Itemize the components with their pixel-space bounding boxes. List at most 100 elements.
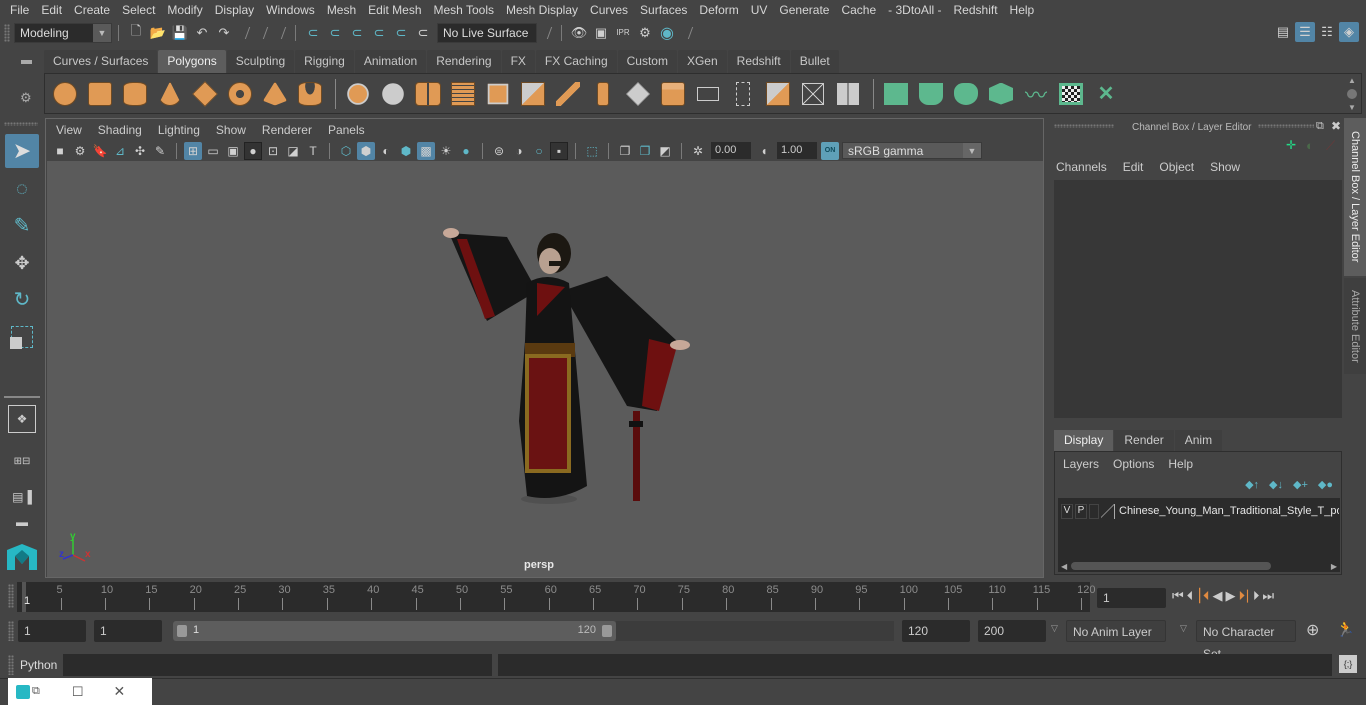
menu-help[interactable]: Help: [1004, 0, 1041, 20]
side-tab-channel-box[interactable]: Channel Box / Layer Editor: [1344, 118, 1366, 276]
play-back-icon[interactable]: ◀: [1212, 588, 1222, 604]
lasso-tool-icon[interactable]: ◌: [5, 172, 39, 206]
extract-icon[interactable]: [482, 78, 514, 110]
command-grip[interactable]: [8, 655, 14, 675]
collapse-arrow[interactable]: [258, 25, 266, 41]
anim-layer-dropdown[interactable]: No Anim Layer: [1066, 620, 1166, 642]
select-tool-icon[interactable]: ➤: [5, 134, 39, 168]
step-forward-key-icon[interactable]: ⏵: [1253, 588, 1260, 604]
ambient-occlusion-icon[interactable]: ⊜: [490, 142, 508, 160]
vp-menu-lighting[interactable]: Lighting: [150, 123, 208, 137]
cylindrical-uv-icon[interactable]: [915, 78, 947, 110]
menu-redshift[interactable]: Redshift: [948, 0, 1004, 20]
tab-rigging[interactable]: Rigging: [295, 50, 354, 73]
outliner-layout-icon[interactable]: ▤▐: [5, 480, 39, 514]
vp-menu-view[interactable]: View: [48, 123, 90, 137]
hypershade-icon[interactable]: ◉: [657, 23, 677, 43]
save-scene-icon[interactable]: 💾: [170, 23, 190, 43]
planar-uv-icon[interactable]: [880, 78, 912, 110]
cb-menu-object[interactable]: Object: [1159, 160, 1194, 174]
snap-curve-icon[interactable]: ⊂: [325, 23, 345, 43]
camera-view-icon[interactable]: ◩: [656, 142, 674, 160]
new-layer-selected-icon[interactable]: ◆●: [1318, 478, 1333, 491]
cb-menu-edit[interactable]: Edit: [1123, 160, 1144, 174]
collapse-arrow[interactable]: [683, 25, 691, 41]
single-view-layout-icon[interactable]: ❖: [8, 405, 36, 433]
menu-create[interactable]: Create: [68, 0, 116, 20]
bridge-icon[interactable]: [552, 78, 584, 110]
command-language-toggle[interactable]: Python: [20, 658, 57, 672]
speed-icon[interactable]: ◐: [1306, 138, 1314, 153]
merge-icon[interactable]: [692, 78, 724, 110]
go-to-end-icon[interactable]: ⏭: [1262, 588, 1274, 604]
current-frame-field[interactable]: 1: [1097, 588, 1166, 608]
grid-icon[interactable]: ⊞: [184, 141, 202, 160]
target-weld-icon[interactable]: [797, 78, 829, 110]
ipr-render-icon[interactable]: IPR: [613, 23, 633, 43]
playback-start-field[interactable]: 1: [94, 620, 162, 642]
color-management-toggle[interactable]: ON: [821, 141, 839, 160]
layer-name[interactable]: Chinese_Young_Man_Traditional_Style_T_po…: [1119, 505, 1339, 517]
render-frame-icon[interactable]: ▣: [591, 23, 611, 43]
uv-editor-icon[interactable]: [1055, 78, 1087, 110]
new-scene-icon[interactable]: 🗋: [126, 23, 146, 43]
automatic-uv-icon[interactable]: [985, 78, 1017, 110]
viewport-canvas[interactable]: y x z persp: [47, 161, 1043, 577]
menu-set-dropdown[interactable]: Modeling ▼: [14, 22, 112, 43]
layer-type-toggle[interactable]: [1089, 503, 1099, 519]
menu-curves[interactable]: Curves: [584, 0, 634, 20]
snap-surface-icon[interactable]: ⊂: [391, 23, 411, 43]
tab-display[interactable]: Display: [1054, 430, 1114, 451]
poly-torus-icon[interactable]: [224, 78, 256, 110]
poly-cube-icon[interactable]: [84, 78, 116, 110]
tab-render[interactable]: Render: [1114, 430, 1174, 451]
time-slider-track[interactable]: 1 5 10 15 20 25 30 35 40 45 50 55 60 65 70 75 80 85 90 95 1…: [17, 582, 1095, 612]
safe-action-icon[interactable]: ◪: [284, 142, 302, 160]
attribute-editor-toggle-icon[interactable]: ☷: [1317, 22, 1337, 42]
layer-hscrollbar[interactable]: ◀ ▶: [1058, 560, 1340, 572]
play-forward-icon[interactable]: ▶: [1225, 588, 1235, 604]
wireframe-icon[interactable]: ⬡: [337, 142, 355, 160]
drag-grip[interactable]: [4, 23, 10, 42]
menu-edit-mesh[interactable]: Edit Mesh: [362, 0, 427, 20]
maya-logo-icon[interactable]: [5, 542, 39, 572]
isolate-select-icon[interactable]: ⬚: [583, 142, 601, 160]
xray-active-icon[interactable]: ❐: [636, 142, 654, 160]
redo-icon[interactable]: ↷: [214, 23, 234, 43]
shadows-icon[interactable]: ●: [457, 142, 475, 160]
tab-rendering[interactable]: Rendering: [427, 50, 501, 73]
poly-pipe-icon[interactable]: [294, 78, 326, 110]
vp-menu-shading[interactable]: Shading: [90, 123, 150, 137]
snap-point-icon[interactable]: ⊂: [347, 23, 367, 43]
four-view-layout-icon[interactable]: ⊞⊟: [5, 444, 39, 478]
menu-generate[interactable]: Generate: [773, 0, 835, 20]
range-end-handle[interactable]: [602, 625, 612, 637]
snap-grid-icon[interactable]: ⊂: [303, 23, 323, 43]
exposure-icon[interactable]: ✲: [689, 142, 707, 160]
end-time-field[interactable]: 200: [978, 620, 1046, 642]
menu-surfaces[interactable]: Surfaces: [634, 0, 693, 20]
tab-bullet[interactable]: Bullet: [790, 50, 839, 73]
panel-grip[interactable]: [1054, 124, 1114, 128]
field-chart-icon[interactable]: ⊡: [264, 142, 282, 160]
layer-menu-options[interactable]: Options: [1113, 457, 1154, 471]
gate-mask-icon[interactable]: ●: [244, 141, 262, 160]
bevel-icon[interactable]: [517, 78, 549, 110]
graph-layout-icon[interactable]: ▬: [5, 514, 39, 530]
menu-uv[interactable]: UV: [745, 0, 774, 20]
smooth-icon[interactable]: [447, 78, 479, 110]
shelf-settings-icon[interactable]: ⚙: [20, 90, 32, 106]
command-input[interactable]: [63, 654, 492, 676]
layer-row[interactable]: V P Chinese_Young_Man_Traditional_Style_…: [1058, 502, 1340, 520]
collapse-arrow[interactable]: [240, 25, 248, 41]
step-forward-frame-icon[interactable]: ⏵⎮: [1238, 588, 1249, 604]
safe-title-icon[interactable]: T: [304, 142, 322, 160]
menu-mesh-tools[interactable]: Mesh Tools: [428, 0, 500, 20]
scroll-handle[interactable]: [1347, 89, 1357, 99]
paint-select-tool-icon[interactable]: ✎: [5, 208, 39, 242]
wireframe-on-shaded-icon[interactable]: ◐: [377, 142, 395, 160]
vp-menu-renderer[interactable]: Renderer: [254, 123, 320, 137]
open-scene-icon[interactable]: 📂: [148, 23, 168, 43]
make-live-icon[interactable]: ⊂: [413, 23, 433, 43]
poly-cylinder-icon[interactable]: [119, 78, 151, 110]
